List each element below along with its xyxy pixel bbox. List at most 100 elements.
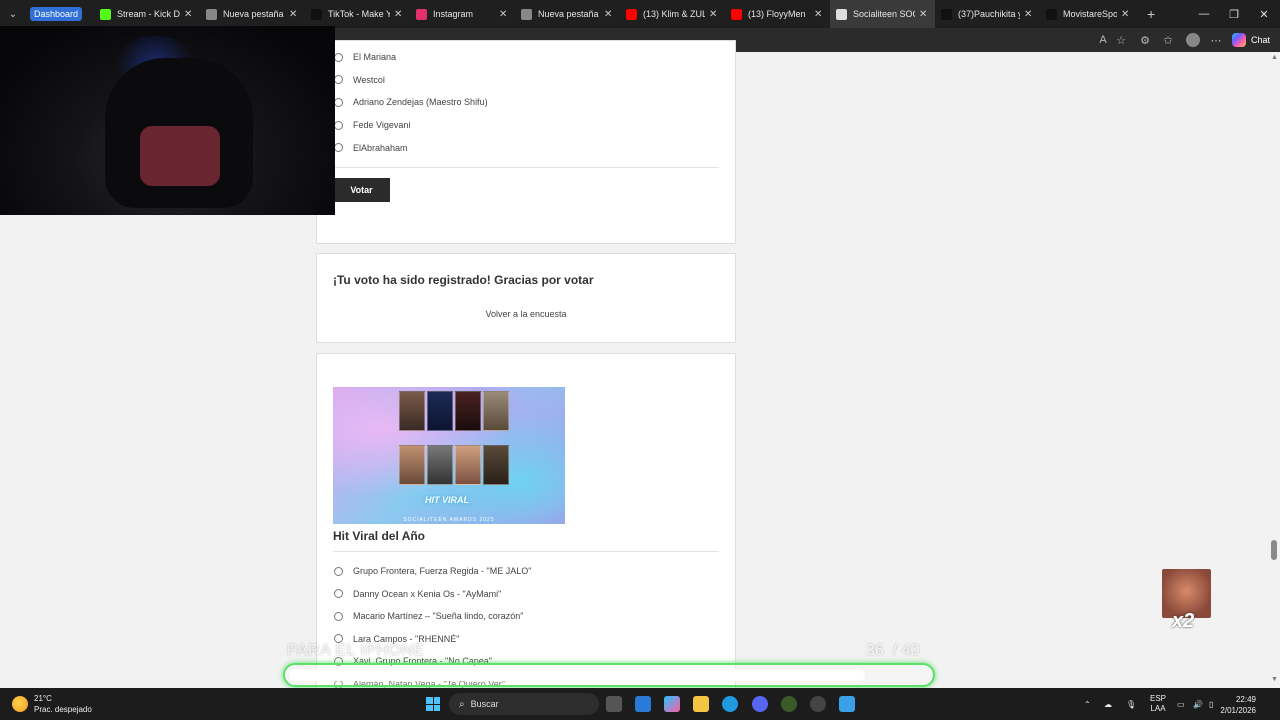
close-window-icon[interactable]: ✕ (1248, 0, 1280, 28)
confirmation-card (316, 253, 736, 343)
option-label: Macario Martínez – "Sueña lindo, corazón… (353, 611, 524, 622)
new-tab-button[interactable]: + (1137, 6, 1165, 22)
radio-button[interactable] (334, 611, 343, 621)
taskbar-search[interactable]: ⌕ Buscar (449, 693, 599, 715)
poll-option[interactable]: Danny Ocean x Kenia Os - "AyMami" (334, 589, 501, 599)
system-clock[interactable]: 22:49 2/01/2026 (1220, 694, 1256, 716)
date: 2/01/2026 (1220, 706, 1256, 715)
tab-actions-chevron-icon[interactable]: ⌄ (0, 0, 26, 28)
browser-tab[interactable]: Nueva pestaña ✕ (515, 0, 620, 28)
close-tab-icon[interactable]: ✕ (184, 9, 194, 20)
back-to-poll-link[interactable]: Volver a la encuesta (316, 309, 736, 319)
browser-tab[interactable]: Socialiteen SOCIAL ✕ (830, 0, 935, 28)
webcam-face-mask (140, 126, 220, 186)
option-label: Grupo Frontera, Fuerza Regida - "ME JALO… (353, 566, 532, 576)
instagram-icon (416, 8, 427, 20)
edge-icon[interactable] (722, 696, 738, 712)
obs-icon[interactable] (810, 696, 826, 712)
tray-chevron-icon[interactable]: ⌃ (1084, 688, 1091, 720)
discord-icon[interactable] (752, 696, 768, 712)
onedrive-icon[interactable]: ☁ (1104, 688, 1112, 720)
radio-button[interactable] (334, 566, 343, 576)
network-icon[interactable]: ▭ (1177, 688, 1185, 720)
radio-button[interactable] (334, 52, 343, 62)
tab-label: TikTok - Make Your (328, 9, 390, 19)
more-options-icon[interactable]: ⋯ (1209, 33, 1223, 47)
profile-avatar-icon[interactable] (1186, 33, 1200, 47)
tab-label: Nueva pestaña (223, 9, 284, 19)
poll-option[interactable]: Grupo Frontera, Fuerza Regida - "ME JALO… (334, 566, 531, 576)
radio-button[interactable] (334, 97, 343, 107)
browser-tab[interactable]: TikTok - Make Your ✕ (305, 0, 410, 28)
option-label: Fede Vigevani (353, 120, 411, 131)
close-tab-icon[interactable]: ✕ (1121, 9, 1131, 20)
copilot-app-icon[interactable] (664, 696, 680, 712)
battery-icon[interactable]: ▯ (1209, 688, 1213, 720)
favorite-star-icon[interactable]: ☆ (1114, 33, 1128, 47)
restore-icon[interactable]: ❐ (1218, 0, 1250, 28)
radio-button[interactable] (334, 75, 343, 85)
browser-tab[interactable]: (13) FloyyMen ✕ (725, 0, 830, 28)
app-icon[interactable] (839, 696, 855, 712)
page-icon (836, 8, 847, 20)
task-view-icon[interactable] (606, 696, 622, 712)
app-icon[interactable] (781, 696, 797, 712)
close-tab-icon[interactable]: ✕ (289, 9, 299, 20)
goal-current: 36 (866, 642, 884, 659)
close-tab-icon[interactable]: ✕ (919, 9, 929, 20)
category-poster-image: HIT VIRAL SOCIALITEEN AWARDS 2025 (333, 387, 565, 524)
microphone-icon[interactable]: 🎙 (1126, 688, 1136, 720)
browser-tab[interactable]: MovistareSports (✕ (1040, 0, 1137, 28)
close-tab-icon[interactable]: ✕ (1024, 9, 1034, 20)
start-windows-icon[interactable] (426, 697, 440, 711)
artist-photo (427, 445, 453, 485)
radio-button[interactable] (334, 120, 343, 130)
artist-photo (455, 391, 481, 431)
radio-button[interactable] (334, 589, 343, 599)
scroll-thumb[interactable] (1271, 540, 1277, 560)
browser-tab[interactable]: Nueva pestaña ✕ (200, 0, 305, 28)
screen: ⌄ DashboardStream - Kick Dash✕ Nueva pest… (0, 0, 1280, 720)
store-icon[interactable] (635, 696, 651, 712)
tab-label: (13) FloyyMen (748, 9, 806, 19)
weather-condition: Prac. despejado (34, 705, 92, 714)
page-scrollbar[interactable]: ▲ ▼ (1268, 52, 1280, 685)
close-tab-icon[interactable]: ✕ (394, 9, 404, 20)
artist-photo (455, 445, 481, 485)
browser-tab[interactable]: Dashboard (26, 0, 94, 28)
extensions-icon[interactable]: ⚙ (1138, 33, 1152, 47)
poll-option[interactable]: Macario Martínez – "Sueña lindo, corazón… (334, 611, 523, 621)
youtube-icon (626, 8, 637, 20)
poll-option[interactable]: ElAbrahaham (334, 143, 408, 153)
close-tab-icon[interactable]: ✕ (709, 9, 719, 20)
language-code: ESP (1150, 694, 1167, 703)
close-tab-icon[interactable]: ✕ (814, 9, 824, 20)
weather-widget[interactable]: 21°C Prac. despejado (12, 693, 92, 715)
browser-tab[interactable]: Instagram ✕ (410, 0, 515, 28)
option-label: Adriano Zendejas (Maestro Shifu) (353, 97, 488, 108)
language-indicator[interactable]: ESP LAA (1150, 688, 1166, 720)
file-explorer-icon[interactable] (693, 696, 709, 712)
scroll-up-icon[interactable]: ▲ (1271, 54, 1278, 61)
close-tab-icon[interactable]: ✕ (499, 9, 509, 20)
scroll-down-icon[interactable]: ▼ (1271, 676, 1278, 683)
radio-button[interactable] (334, 143, 343, 153)
tiktok-icon (1046, 8, 1057, 20)
vote-button[interactable]: Votar (333, 178, 390, 202)
poll-option[interactable]: El Mariana (334, 52, 396, 62)
vote-confirmation-title: ¡Tu voto ha sido registrado! Gracias por… (333, 273, 594, 287)
browser-tab[interactable]: Stream - Kick Dash ✕ (94, 0, 200, 28)
close-tab-icon[interactable]: ✕ (604, 9, 614, 20)
keyboard-layout: LAA (1150, 704, 1166, 713)
minimize-icon[interactable]: — (1188, 0, 1220, 28)
browser-tab[interactable]: (37)Pauchikita y M ✕ (935, 0, 1040, 28)
poll-option[interactable]: Westcol (334, 75, 385, 85)
poll-option[interactable]: Adriano Zendejas (Maestro Shifu) (334, 97, 488, 107)
volume-icon[interactable]: 🔊 (1193, 688, 1203, 720)
browser-tab[interactable]: (13) Klim & ZULLY ✕ (620, 0, 725, 28)
read-aloud-icon[interactable]: A (1096, 33, 1110, 47)
poll-option[interactable]: Fede Vigevani (334, 120, 410, 130)
copilot-chat-button[interactable]: Chat (1231, 32, 1270, 48)
favorites-icon[interactable]: ✩ (1161, 33, 1175, 47)
option-label: Danny Ocean x Kenia Os - "AyMami" (353, 588, 502, 599)
